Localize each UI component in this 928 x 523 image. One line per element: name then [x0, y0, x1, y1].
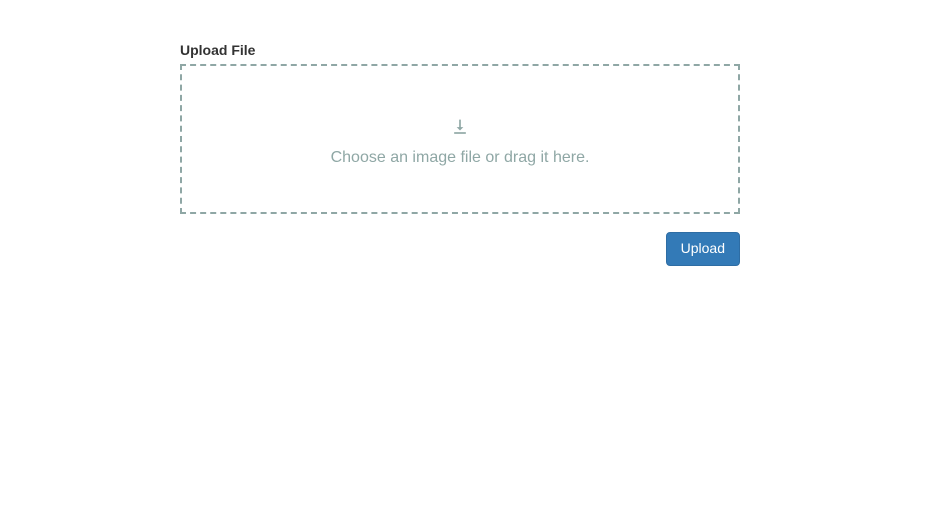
dropzone-instruction-text: Choose an image file or drag it here.	[331, 147, 590, 169]
download-icon	[450, 118, 470, 141]
upload-section-label: Upload File	[180, 42, 740, 58]
upload-button[interactable]: Upload	[666, 232, 740, 266]
file-dropzone[interactable]: Choose an image file or drag it here.	[180, 64, 740, 214]
